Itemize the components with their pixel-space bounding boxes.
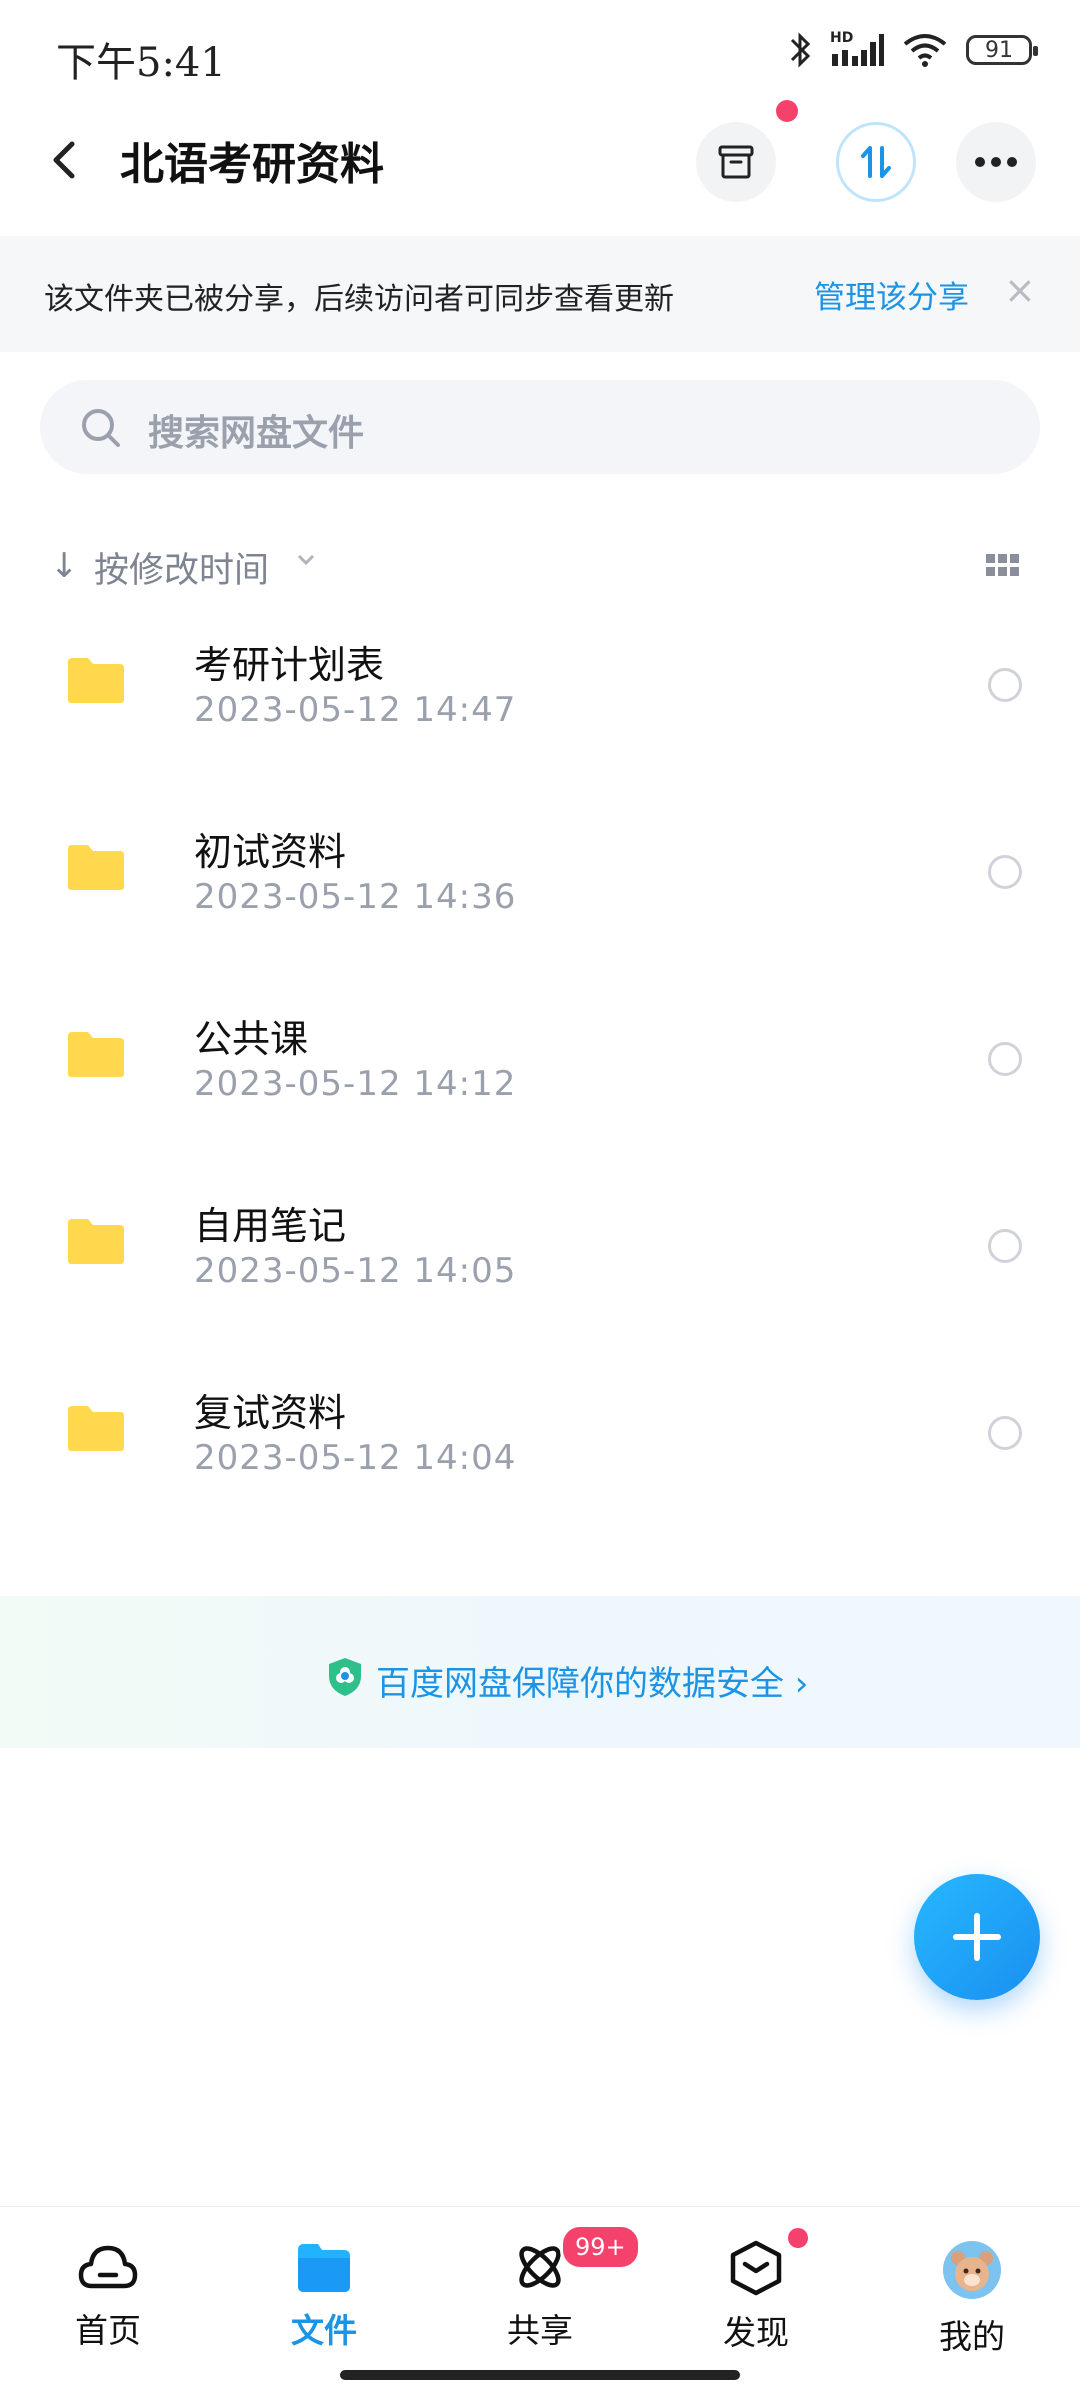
home-indicator <box>340 2370 740 2380</box>
notification-dot <box>776 100 798 122</box>
cloud-home-icon <box>78 2245 138 2289</box>
chevron-down-icon <box>297 554 315 566</box>
list-item[interactable] <box>0 1165 1080 1352</box>
nav-files[interactable]: 文件 <box>254 2240 394 2352</box>
sort-selector[interactable]: 按修改时间 <box>94 542 269 593</box>
more-button[interactable] <box>956 122 1036 202</box>
nav-profile[interactable]: 我的 <box>902 2240 1042 2358</box>
folder-icon <box>68 1219 124 1264</box>
hd-label: HD <box>830 30 854 46</box>
avatar <box>943 2241 1001 2299</box>
file-name: 公共课 <box>194 1017 309 1061</box>
grid-view-icon[interactable] <box>986 554 1020 578</box>
nav-discover-label: 发现 <box>723 2313 789 2352</box>
transfer-button[interactable] <box>836 122 916 202</box>
file-name: 初试资料 <box>194 830 347 874</box>
search-icon <box>82 409 120 447</box>
shield-icon <box>329 1658 361 1696</box>
cube-icon <box>730 2240 782 2296</box>
file-name: 考研计划表 <box>194 643 385 687</box>
list-item[interactable] <box>0 1352 1080 1539</box>
list-item[interactable] <box>0 791 1080 978</box>
nav-discover[interactable]: 发现 <box>686 2240 826 2354</box>
back-arrow-icon <box>53 141 75 179</box>
signal-icon: HD <box>830 30 884 68</box>
bluetooth-icon <box>790 32 811 68</box>
nav-files-label: 文件 <box>291 2311 357 2350</box>
folder-active-icon <box>298 2244 350 2292</box>
status-time: 下午5:41 <box>56 40 226 86</box>
file-name: 复试资料 <box>194 1391 347 1435</box>
more-icon <box>975 157 1017 167</box>
nav-profile-label: 我的 <box>939 2317 1005 2356</box>
nav-share-label: 共享 <box>507 2311 573 2350</box>
file-date: 2023-05-12 14:47 <box>194 690 517 730</box>
battery-level: 91 <box>985 37 1013 63</box>
wifi-icon <box>903 34 947 67</box>
select-radio[interactable] <box>988 855 1022 889</box>
file-name: 自用笔记 <box>194 1204 347 1248</box>
select-radio[interactable] <box>988 668 1022 702</box>
file-date: 2023-05-12 14:36 <box>194 877 517 917</box>
folder-icon <box>68 1032 124 1077</box>
select-radio[interactable] <box>988 1229 1022 1263</box>
nav-home-label: 首页 <box>75 2311 141 2350</box>
archive-icon <box>718 145 754 179</box>
folder-icon <box>68 1406 124 1451</box>
select-radio[interactable] <box>988 1042 1022 1076</box>
close-banner-button[interactable]: × <box>1004 268 1036 312</box>
page-title: 北语考研资料 <box>120 139 384 190</box>
list-item[interactable] <box>0 604 1080 791</box>
share-badge: 99+ <box>560 2224 641 2270</box>
manage-share-link[interactable]: 管理该分享 <box>814 272 969 317</box>
transfer-icon <box>861 146 891 178</box>
file-date: 2023-05-12 14:12 <box>194 1064 517 1104</box>
folder-icon <box>68 658 124 703</box>
file-date: 2023-05-12 14:05 <box>194 1251 517 1291</box>
add-button[interactable] <box>914 1874 1040 2000</box>
nav-home[interactable]: 首页 <box>38 2240 178 2352</box>
select-radio[interactable] <box>988 1416 1022 1450</box>
sort-arrow-icon: ↓ <box>50 546 79 586</box>
list-item[interactable] <box>0 978 1080 1165</box>
back-button[interactable] <box>44 130 84 190</box>
share-banner-text: 该文件夹已被分享，后续访问者可同步查看更新 <box>44 282 674 317</box>
battery-icon: 91 <box>966 35 1038 65</box>
folder-icon <box>68 845 124 890</box>
status-icons: HD 91 <box>788 30 1038 70</box>
plus-icon <box>953 1913 1001 1961</box>
file-date: 2023-05-12 14:04 <box>194 1438 517 1478</box>
safety-text[interactable]: 百度网盘保障你的数据安全 › <box>376 1656 808 1705</box>
search-placeholder: 搜索网盘文件 <box>148 413 365 454</box>
discover-dot <box>788 2228 808 2248</box>
recycle-button[interactable] <box>696 122 776 202</box>
